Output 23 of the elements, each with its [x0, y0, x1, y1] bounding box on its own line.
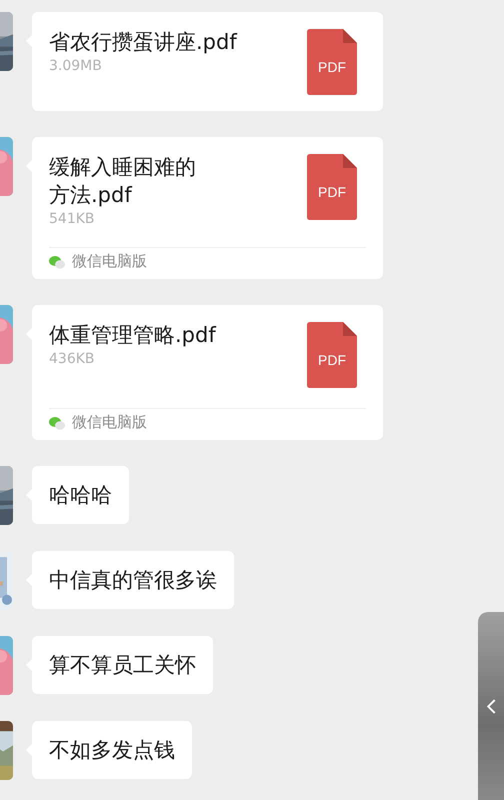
chat-bubbles-icon: [49, 416, 65, 430]
source-label: 微信电脑版: [72, 252, 147, 271]
message-bubble: 不如多发点钱: [32, 721, 192, 779]
file-type-label: PDF: [317, 352, 347, 368]
file-type-label: PDF: [317, 184, 347, 200]
message-bubble: 算不算员工关怀: [32, 636, 213, 694]
pdf-file-icon: [307, 154, 357, 220]
source-label: 微信电脑版: [72, 413, 147, 432]
file-type-label: PDF: [317, 59, 347, 75]
message-bubble: 中信真的管很多诶: [32, 551, 234, 609]
file-size: 3.09MB: [49, 58, 103, 74]
file-size: 436KB: [49, 351, 96, 367]
message-bubble: 哈哈哈: [32, 466, 129, 524]
pdf-file-icon: [307, 322, 357, 388]
pdf-file-icon: [307, 29, 357, 95]
file-name: 体重管理管略.pdf: [49, 322, 216, 349]
side-handle[interactable]: [478, 612, 504, 800]
chat-bubbles-icon: [49, 254, 65, 268]
file-name-line: 方法.pdf: [49, 182, 134, 209]
file-name: 省农行攒蛋讲座.pdf: [49, 29, 237, 56]
chevron-left-icon: [486, 698, 496, 714]
file-size: 541KB: [49, 211, 96, 227]
file-name-line: 缓解入睡困难的: [49, 154, 196, 181]
